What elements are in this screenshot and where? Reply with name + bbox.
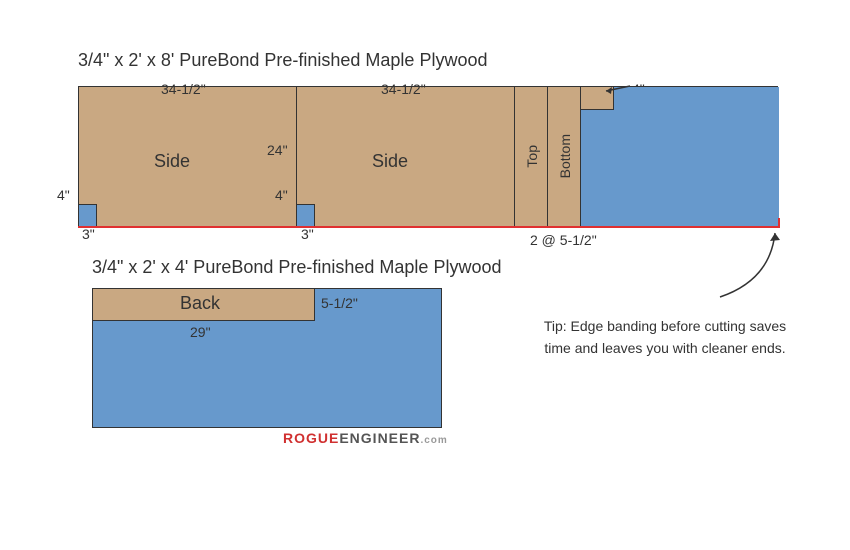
dim-side2-notch-w: 3"	[301, 226, 314, 242]
logo-brand1: ROGUE	[283, 430, 339, 446]
dim-side1-height: 24"	[267, 142, 288, 158]
sheet1-title: 3/4" x 2' x 8' PureBond Pre-finished Map…	[78, 50, 487, 71]
label-bottom: Bottom	[557, 134, 573, 178]
logo-brand2: ENGINEER	[339, 430, 420, 446]
dim-side1-width: 34-1/2"	[161, 81, 206, 97]
strips-note: 2 @ 5-1/2"	[530, 232, 597, 248]
dim-back-w: 29"	[190, 324, 211, 340]
dim-side2-notch-h: 4"	[275, 187, 288, 203]
dim-back-h: 5-1/2"	[321, 295, 358, 311]
sheet1-waste-top	[614, 87, 779, 111]
sheet1: 34-1/2" Side 24" 4" 3" 34-1/2" Side 4" 3…	[78, 86, 778, 226]
logo: ROGUEENGINEER.com	[283, 430, 448, 448]
dim-side2-width: 34-1/2"	[381, 81, 426, 97]
label-back: Back	[180, 293, 220, 314]
label-top: Top	[524, 145, 540, 168]
logo-suffix: .com	[420, 435, 447, 446]
tip-text: Tip: Edge banding before cutting saves t…	[540, 315, 790, 360]
label-side1: Side	[154, 151, 190, 172]
sheet2-title: 3/4" x 2' x 4' PureBond Pre-finished Map…	[92, 257, 501, 278]
arrow-edgeband	[690, 225, 790, 305]
sheet2: Back 5-1/2" 29"	[92, 288, 442, 428]
label-side2: Side	[372, 151, 408, 172]
arrow-toekick	[604, 83, 634, 101]
side1-notch	[79, 204, 97, 227]
dim-side1-notch-h: 4"	[57, 187, 70, 203]
dim-side1-notch-w: 3"	[82, 226, 95, 242]
side2-notch	[297, 204, 315, 227]
sheet1-waste	[581, 110, 779, 227]
edgeband-line	[78, 226, 780, 228]
